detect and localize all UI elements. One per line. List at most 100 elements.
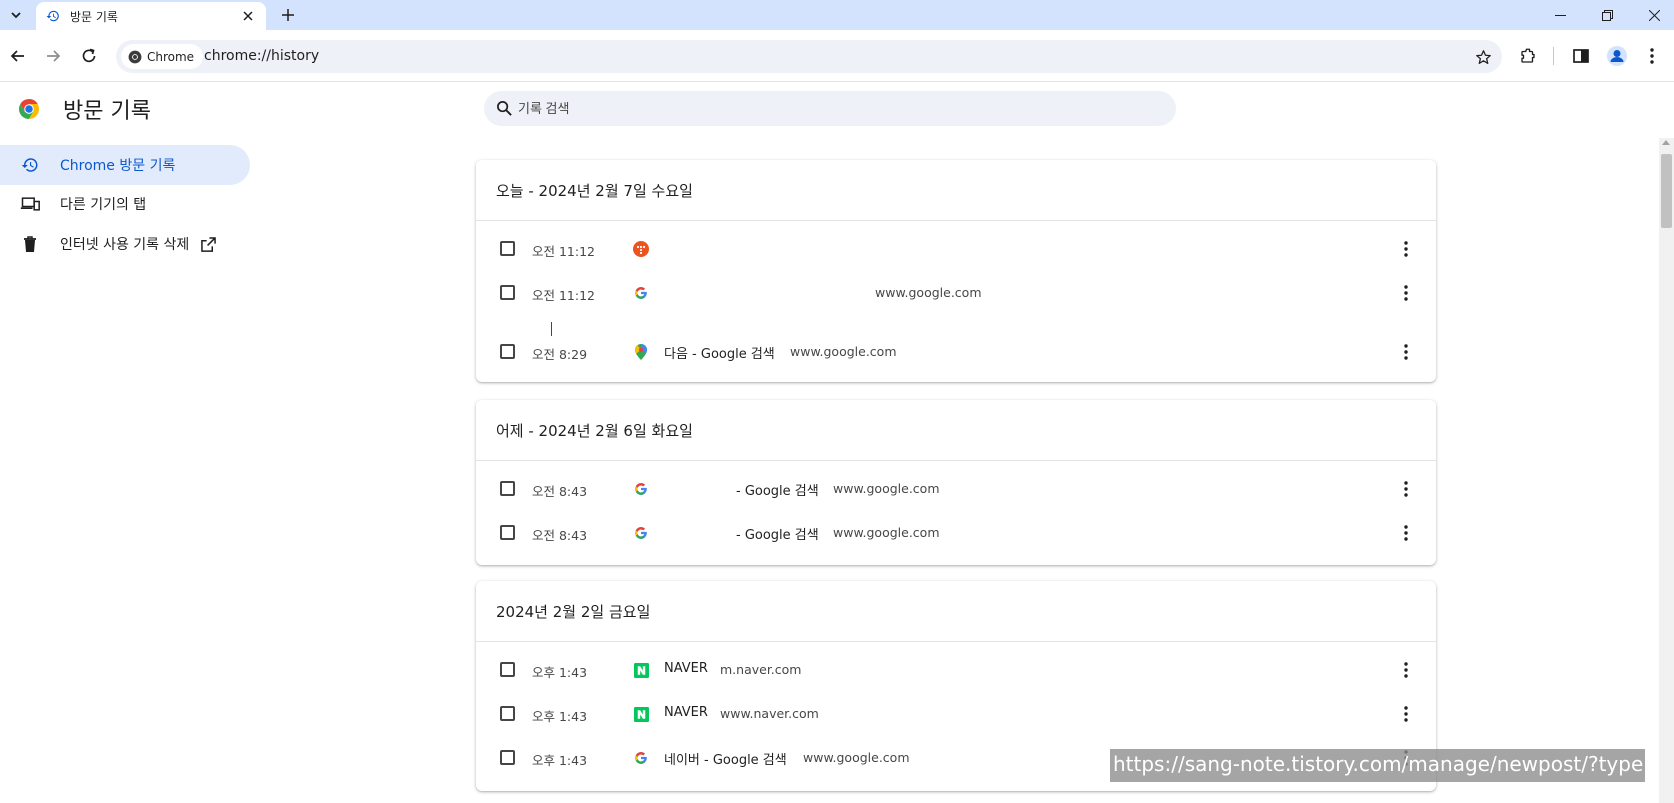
site-info-chip[interactable]: Chrome [121,44,204,69]
more-vert-icon[interactable] [1396,660,1416,680]
forward-button[interactable] [41,44,65,68]
history-entry[interactable]: 오전 8:43 - Google 검색 www.google.com [476,511,1436,555]
tistory-favicon [633,241,649,257]
extensions-button[interactable] [1516,44,1540,68]
card-date-title: 오늘 - 2024년 2월 7일 수요일 [476,160,1436,221]
chrome-icon [128,50,142,63]
chrome-menu-button[interactable] [1640,44,1664,68]
tab-history[interactable]: 방문 기록 [36,2,266,30]
toolbar-divider [1553,47,1554,65]
chip-label: Chrome [147,49,195,64]
entry-checkbox[interactable] [500,706,515,721]
plus-icon [282,9,294,21]
entry-time: 오전 11:12 [532,288,595,303]
scroll-up-icon[interactable] [1662,140,1670,145]
history-entry[interactable]: 오전 11:12 www.google.com [476,271,1436,315]
profile-button[interactable] [1605,44,1629,68]
trash-icon [20,234,40,254]
more-vert-icon[interactable] [1396,704,1416,724]
history-search[interactable] [484,91,1176,126]
page-scrollbar[interactable] [1659,138,1674,803]
restore-icon [1601,9,1613,21]
minimize-button[interactable] [1549,4,1571,26]
entry-title[interactable]: NAVER [664,661,708,676]
url-watermark: https://sang-note.tistory.com/manage/new… [1110,749,1646,782]
maps-favicon [633,344,649,360]
sidebar-item-label: Chrome 방문 기록 [60,158,176,174]
entry-checkbox[interactable] [500,525,515,540]
side-panel-icon [1573,49,1589,63]
back-button[interactable] [6,44,30,68]
arrow-right-icon [47,50,61,62]
entry-domain: www.google.com [875,285,982,300]
entry-domain: m.naver.com [720,662,802,677]
address-bar[interactable]: Chrome chrome://history [116,40,1502,73]
history-entry[interactable]: 오전 11:12 [476,227,1436,271]
entry-checkbox[interactable] [500,750,515,765]
history-entry[interactable]: 오전 8:29 다음 - Google 검색 www.google.com [476,322,1436,374]
minimize-icon [1554,14,1566,16]
naver-favicon [633,706,649,722]
entry-checkbox[interactable] [500,285,515,300]
entry-checkbox[interactable] [500,662,515,677]
more-vert-icon[interactable] [1396,479,1416,499]
entry-time: 오후 1:43 [532,753,588,768]
side-panel-button[interactable] [1569,44,1593,68]
card-date-title: 2024년 2월 2일 금요일 [476,581,1436,642]
entry-domain: www.google.com [833,481,940,496]
scroll-thumb[interactable] [1661,154,1672,228]
restore-button[interactable] [1596,4,1618,26]
more-vert-icon[interactable] [1396,342,1416,362]
google-favicon [633,525,649,541]
entry-time: 오전 8:43 [532,484,588,499]
history-entry[interactable]: 오후 1:43 NAVER m.naver.com [476,648,1436,692]
naver-favicon [633,662,649,678]
entry-time: 오후 1:43 [532,665,588,680]
devices-icon [20,194,40,214]
google-favicon [633,481,649,497]
url-text[interactable]: chrome://history [204,48,319,64]
search-input[interactable] [518,91,1158,126]
history-card-yesterday: 어제 - 2024년 2월 6일 화요일 오전 8:43 - Google 검색… [476,400,1436,565]
history-entry[interactable]: 오후 1:43 NAVER www.naver.com [476,692,1436,736]
more-vert-icon[interactable] [1396,283,1416,303]
entry-title[interactable]: NAVER [664,705,708,720]
chrome-logo-icon [19,99,39,119]
entry-title[interactable]: 네이버 - Google 검색 [664,749,787,768]
history-icon [20,155,40,175]
close-icon[interactable] [240,8,256,24]
window-close-button[interactable] [1643,4,1665,26]
bookmark-button[interactable] [1472,46,1494,68]
page-title: 방문 기록 [63,99,151,124]
sidebar-item-clear-browsing-data[interactable]: 인터넷 사용 기록 삭제 [0,224,250,264]
history-icon [46,10,59,22]
entry-checkbox[interactable] [500,344,515,359]
chevron-down-icon [11,12,21,19]
entry-title[interactable]: - Google 검색 [736,480,819,499]
entry-checkbox[interactable] [500,481,515,496]
history-entry[interactable]: 오전 8:43 - Google 검색 www.google.com [476,467,1436,511]
tab-title: 방문 기록 [70,9,118,24]
google-favicon [633,750,649,766]
search-icon [497,101,512,116]
reload-button[interactable] [77,44,101,68]
google-favicon [633,285,649,301]
entry-domain: www.google.com [833,525,940,540]
entry-checkbox[interactable] [500,241,515,256]
new-tab-button[interactable] [278,5,298,25]
sidebar-item-chrome-history[interactable]: Chrome 방문 기록 [0,145,250,185]
sidebar-item-label: 다른 기기의 탭 [60,197,147,213]
tab-search-button[interactable] [6,5,26,25]
entry-domain: www.naver.com [720,706,819,721]
card-date-title: 어제 - 2024년 2월 6일 화요일 [476,400,1436,461]
more-vert-icon[interactable] [1396,239,1416,259]
text-cursor [551,322,552,336]
puzzle-icon [1521,48,1535,63]
more-vert-icon[interactable] [1396,523,1416,543]
entry-time: 오후 1:43 [532,709,588,724]
reload-icon [82,48,96,63]
entry-title[interactable]: 다음 - Google 검색 [664,343,775,362]
sidebar-item-other-devices[interactable]: 다른 기기의 탭 [0,184,250,224]
entry-title[interactable]: - Google 검색 [736,524,819,543]
sidebar-item-label: 인터넷 사용 기록 삭제 [60,237,190,253]
